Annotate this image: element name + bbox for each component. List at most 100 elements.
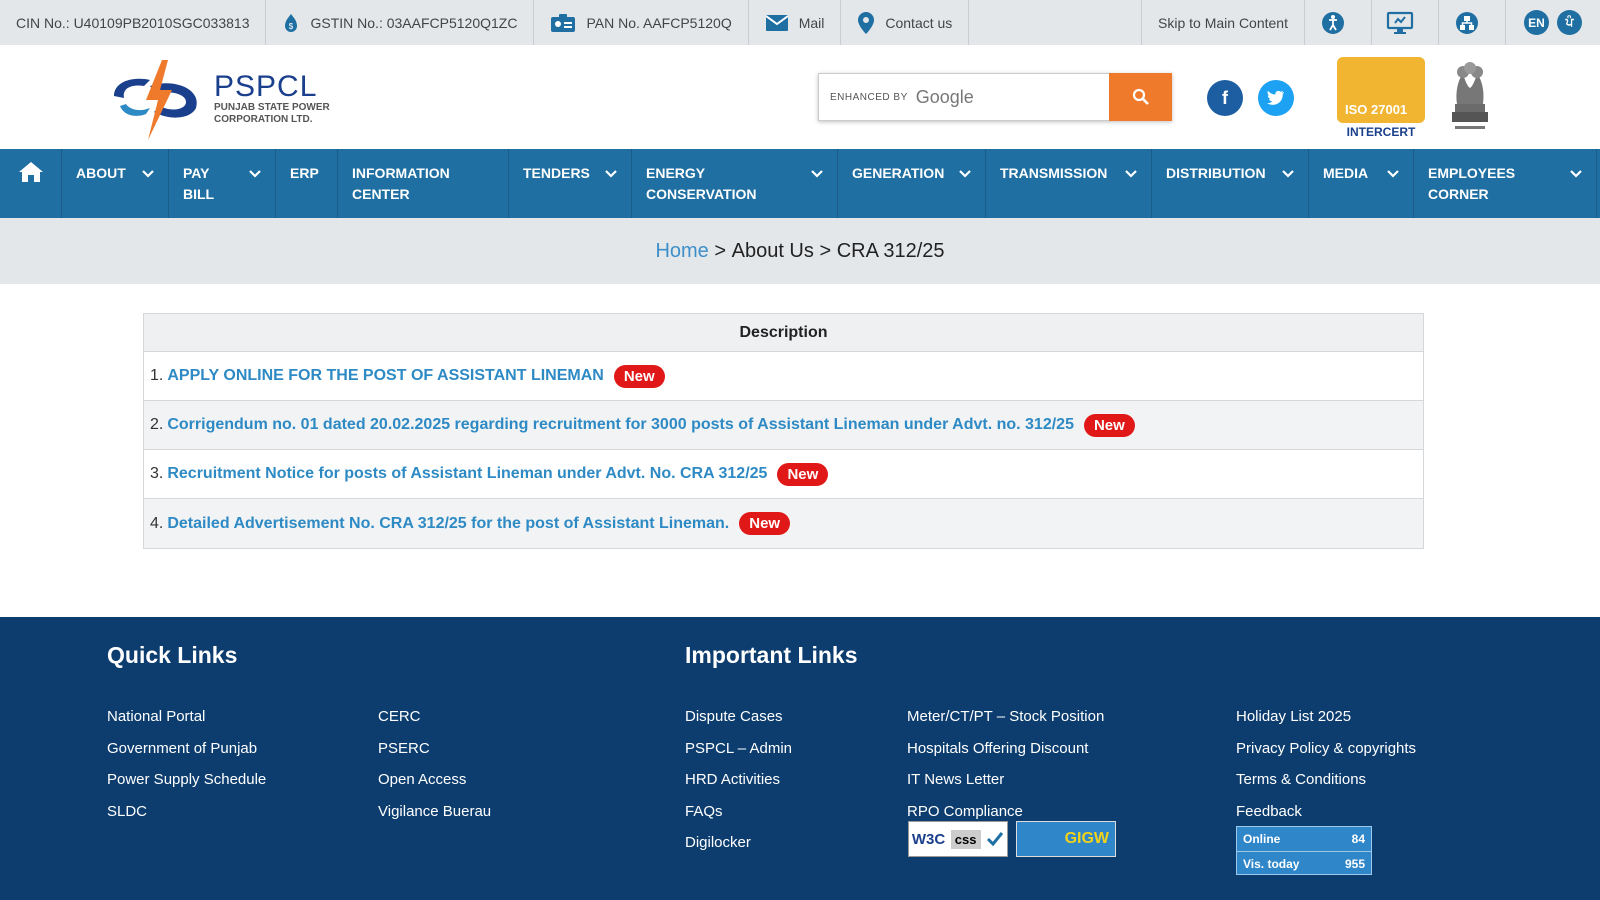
nav-label-line-2: BILL <box>183 186 215 202</box>
footer-link[interactable]: HRD Activities <box>685 764 792 796</box>
counter-today-label: Vis. today <box>1243 856 1300 871</box>
lang-pa-button[interactable]: ਪੰ <box>1557 10 1582 35</box>
logo-title: PSPCL <box>214 70 318 103</box>
footer-link[interactable]: Hospitals Offering Discount <box>907 733 1104 765</box>
document-link[interactable]: Corrigendum no. 01 dated 20.02.2025 rega… <box>167 416 1074 434</box>
nav-label-line-1: ERP <box>290 165 319 181</box>
site-footer: Quick Links Important Links National Por… <box>0 617 1600 900</box>
document-link[interactable]: Detailed Advertisement No. CRA 312/25 fo… <box>167 515 729 533</box>
footer-link[interactable]: CERC <box>378 701 491 733</box>
nav-home[interactable] <box>0 149 62 218</box>
nav-item[interactable]: ERP <box>276 149 338 218</box>
documents-table: Description 1. APPLY ONLINE FOR THE POST … <box>143 313 1424 549</box>
footer-link[interactable]: Digilocker <box>685 827 792 859</box>
nav-item[interactable]: TENDERS <box>509 149 632 218</box>
document-link[interactable]: APPLY ONLINE FOR THE POST OF ASSISTANT L… <box>167 367 603 385</box>
nav-item[interactable]: INFORMATION CENTER <box>338 149 509 218</box>
breadcrumb-home-link[interactable]: Home <box>655 240 708 263</box>
accessibility-button[interactable] <box>1305 0 1372 45</box>
footer-link[interactable]: Feedback <box>1236 796 1416 828</box>
nav-item-label: INFORMATION CENTER <box>352 163 450 205</box>
footer-link[interactable]: Vigilance Buerau <box>378 796 491 828</box>
nav-item-label: ERP <box>290 163 319 184</box>
lang-en-button[interactable]: EN <box>1524 10 1549 35</box>
chevron-down-icon <box>1387 170 1399 178</box>
nav-item-label: PAY BILL <box>183 163 214 205</box>
css-text: css <box>950 829 981 849</box>
nav-item[interactable]: ENERGY CONSERVATION <box>632 149 838 218</box>
quick-links-heading: Quick Links <box>107 642 238 668</box>
footer-link[interactable]: Government of Punjab <box>107 733 266 765</box>
twitter-icon[interactable] <box>1258 80 1294 116</box>
gstin-text: GSTIN No.: 03AAFCP5120Q1ZC <box>310 14 518 31</box>
search-input[interactable]: ENHANCED BY Google <box>818 73 1109 121</box>
footer-link[interactable]: Meter/CT/PT – Stock Position <box>907 701 1104 733</box>
pspcl-emblem-icon <box>114 60 197 140</box>
visitor-counter: Online 84 Vis. today 955 <box>1236 826 1372 875</box>
cin-number: CIN No.: U40109PB2010SGC033813 <box>0 0 267 45</box>
search-prefix: ENHANCED BY <box>830 91 908 103</box>
contact-link[interactable]: Contact us <box>841 0 970 45</box>
search-icon <box>1132 88 1149 105</box>
new-badge: New <box>739 512 791 535</box>
footer-link[interactable]: PSERC <box>378 733 491 765</box>
nav-label-line-1: DISTRIBUTION <box>1166 165 1266 181</box>
table-row: 2. Corrigendum no. 01 dated 20.02.2025 re… <box>144 401 1423 450</box>
nav-item[interactable]: EMPLOYEES CORNER <box>1414 149 1597 218</box>
nav-item[interactable]: MEDIA <box>1309 149 1414 218</box>
chevron-down-icon <box>249 170 261 178</box>
nav-item-label: TENDERS <box>523 163 590 184</box>
pan-number: PAN No. AAFCP5120Q <box>534 0 749 45</box>
footer-link[interactable]: Power Supply Schedule <box>107 764 266 796</box>
footer-link[interactable]: Open Access <box>378 764 491 796</box>
gstin-number: $ GSTIN No.: 03AAFCP5120Q1ZC <box>266 0 535 45</box>
skip-label: Skip to Main Content <box>1158 14 1288 31</box>
footer-link[interactable]: Dispute Cases <box>685 701 792 733</box>
nav-item[interactable]: TRANSMISSION <box>986 149 1152 218</box>
footer-link[interactable]: Privacy Policy & copyrights <box>1236 733 1416 765</box>
nav-label-line-1: EMPLOYEES <box>1428 165 1516 181</box>
facebook-icon[interactable]: f <box>1207 80 1243 116</box>
footer-link[interactable]: FAQs <box>685 796 792 828</box>
footer-link[interactable]: SLDC <box>107 796 266 828</box>
sitemap-button[interactable] <box>1439 0 1506 45</box>
chevron-down-icon <box>1282 170 1294 178</box>
document-link[interactable]: Recruitment Notice for posts of Assistan… <box>167 465 767 483</box>
nav-item-label: EMPLOYEES CORNER <box>1428 163 1515 205</box>
pspcl-logo[interactable]: PSPCL PUNJAB STATE POWER CORPORATION LTD… <box>110 55 350 143</box>
mail-link[interactable]: Mail <box>749 0 842 45</box>
nav-item[interactable]: GENERATION <box>838 149 986 218</box>
site-search: ENHANCED BY Google <box>818 73 1172 121</box>
gigw-badge[interactable]: GIGW <box>1016 821 1116 857</box>
new-badge: New <box>1083 413 1135 437</box>
footer-link[interactable]: National Portal <box>107 701 266 733</box>
main-navigation: ABOUT PAY BILL ERP INFORMATION CENTER TENDERS E… <box>0 149 1600 218</box>
footer-link[interactable]: PSPCL – Admin <box>685 733 792 765</box>
language-switcher: EN ਪੰ <box>1506 0 1600 45</box>
screen-reader-button[interactable] <box>1372 0 1439 45</box>
new-badge: New <box>613 364 665 388</box>
nav-label-line-1: ENERGY <box>646 165 706 181</box>
logo-subtitle-1: PUNJAB STATE POWER <box>214 102 330 113</box>
nav-label-line-2: CONSERVATION <box>646 186 757 202</box>
search-button[interactable] <box>1109 73 1172 121</box>
important-links-column-3: Holiday List 2025 Privacy Policy & copyri… <box>1236 701 1416 827</box>
nav-item[interactable]: ABOUT <box>62 149 169 218</box>
footer-link[interactable]: IT News Letter <box>907 764 1104 796</box>
breadcrumb-about-us[interactable]: About Us <box>732 240 814 263</box>
chevron-down-icon <box>1570 170 1582 178</box>
breadcrumb: Home > About Us > CRA 312/25 <box>0 218 1600 284</box>
nav-item[interactable]: DISTRIBUTION <box>1152 149 1309 218</box>
quick-links-column-2: CERC PSERC Open Access Vigilance Buerau <box>378 701 491 827</box>
counter-online-label: Online <box>1243 832 1281 846</box>
nav-item[interactable]: PAY BILL <box>169 149 276 218</box>
w3c-css-badge[interactable]: W3C css <box>908 821 1008 857</box>
skip-to-main-link[interactable]: Skip to Main Content <box>1141 0 1305 45</box>
footer-link[interactable]: Holiday List 2025 <box>1236 701 1416 733</box>
chevron-down-icon <box>811 170 823 178</box>
important-links-heading: Important Links <box>685 642 858 668</box>
nav-item-label: DISTRIBUTION <box>1166 163 1266 184</box>
footer-link[interactable]: Terms & Conditions <box>1236 764 1416 796</box>
pan-text: PAN No. AAFCP5120Q <box>586 14 732 31</box>
